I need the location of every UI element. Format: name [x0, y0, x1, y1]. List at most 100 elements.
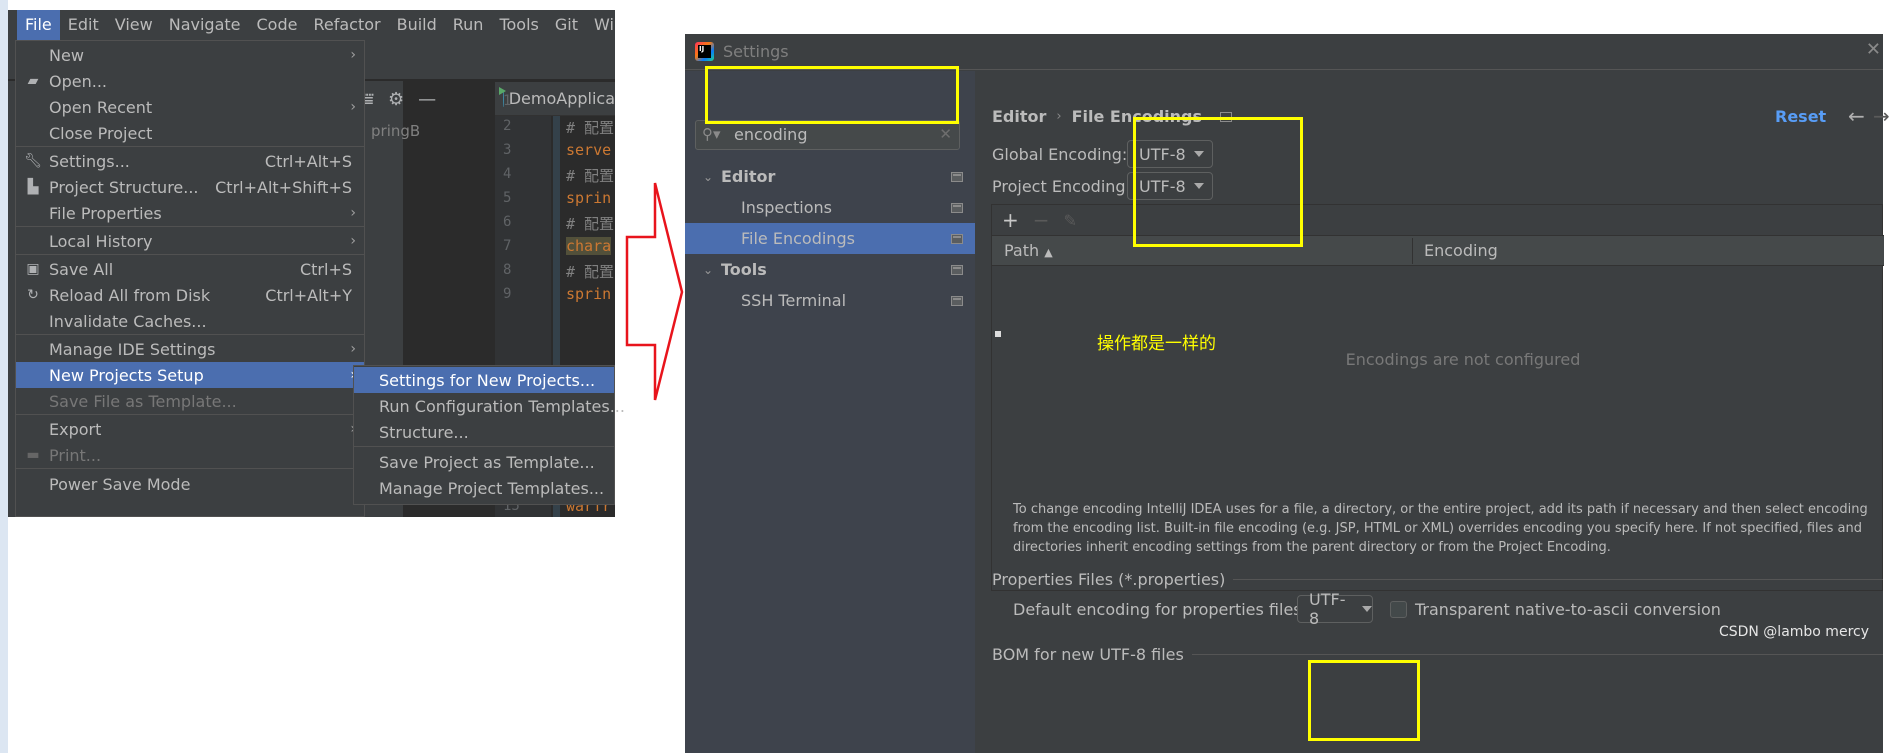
tree-node-label: Editor	[721, 167, 776, 186]
forward-arrow-icon[interactable]: →	[1873, 104, 1890, 128]
menu-separator	[354, 446, 614, 447]
menu-file[interactable]: File	[17, 10, 60, 40]
menu-item-label: Open Recent	[49, 97, 153, 117]
menu-view[interactable]: View	[107, 10, 161, 40]
submenu-item-structure[interactable]: Structure...	[354, 419, 614, 445]
gear-icon[interactable]: ⚙	[388, 89, 404, 110]
submenu-item-manage-project-templates[interactable]: Manage Project Templates...	[354, 475, 614, 501]
editor-tab[interactable]: DemoApplica	[495, 82, 615, 116]
reload-icon: ↻	[27, 287, 39, 303]
breadcrumb-editor[interactable]: Editor	[992, 107, 1046, 126]
column-path-label: Path	[1004, 241, 1040, 260]
settings-tree: ⚲▾ encoding ✕ ⌄ Editor Inspections File …	[685, 71, 975, 753]
menu-separator	[16, 468, 364, 469]
settings-search-input[interactable]: ⚲▾ encoding ✕	[695, 120, 960, 150]
highlight-encodings	[1133, 117, 1303, 247]
properties-files-group: Properties Files (*.properties)	[992, 570, 1883, 589]
menu-item-new-projects-setup[interactable]: New Projects Setup›	[16, 362, 364, 388]
breadcrumb-separator-icon: ›	[1056, 109, 1062, 124]
chevron-down-icon: ⌄	[703, 262, 714, 277]
column-encoding[interactable]: Encoding	[1424, 241, 1498, 260]
tree-node-file-encodings[interactable]: File Encodings	[685, 223, 975, 254]
tree-node-ssh-terminal[interactable]: SSH Terminal	[685, 285, 975, 316]
menu-item-label: Power Save Mode	[49, 474, 191, 494]
tree-node-label: SSH Terminal	[741, 291, 847, 310]
menu-item-label: Local History	[49, 231, 153, 251]
clear-search-icon[interactable]: ✕	[939, 125, 952, 143]
menu-tools[interactable]: Tools	[491, 10, 546, 40]
print-icon: ▬	[26, 447, 40, 463]
menu-item-open[interactable]: ▰ Open...	[16, 68, 364, 94]
menu-item-open-recent[interactable]: Open Recent ›	[16, 94, 364, 120]
menu-window[interactable]: Window	[586, 10, 615, 40]
menu-item-settings[interactable]: 🔧︎ Settings... Ctrl+Alt+S	[16, 148, 364, 174]
menu-build[interactable]: Build	[389, 10, 445, 40]
menu-item-label: New Projects Setup	[49, 365, 204, 385]
back-arrow-icon[interactable]: ←	[1848, 104, 1865, 128]
menu-item-export[interactable]: Export›	[16, 416, 364, 442]
menu-git[interactable]: Git	[547, 10, 586, 40]
dialog-title: Settings	[723, 42, 789, 61]
column-divider[interactable]	[1412, 238, 1413, 264]
group-title: Properties Files (*.properties)	[992, 570, 1226, 589]
edit-pencil-icon: ✎	[1063, 210, 1077, 230]
menu-item-reload[interactable]: ↻ Reload All from Disk Ctrl+Alt+Y	[16, 282, 364, 308]
menu-item-invalidate-caches[interactable]: Invalidate Caches...	[16, 308, 364, 334]
close-icon[interactable]: ✕	[1866, 39, 1881, 60]
menu-item-label: File Properties	[49, 203, 162, 223]
minimize-icon[interactable]: —	[418, 89, 436, 110]
tree-node-editor[interactable]: ⌄ Editor	[685, 161, 975, 192]
menu-item-save-all[interactable]: ▣ Save All Ctrl+S	[16, 256, 364, 282]
menu-item-label: Invalidate Caches...	[49, 311, 207, 331]
column-path[interactable]: Path ▲	[1004, 241, 1053, 260]
submenu-item-run-config-templates[interactable]: Run Configuration Templates...	[354, 393, 625, 419]
menu-separator	[16, 254, 364, 255]
menu-item-close-project[interactable]: Close Project	[16, 120, 364, 146]
menu-item-manage-ide-settings[interactable]: Manage IDE Settings ›	[16, 336, 364, 362]
shortcut: Ctrl+Alt+Y	[265, 285, 352, 305]
add-icon[interactable]: +	[1002, 208, 1019, 232]
project-scope-icon	[951, 264, 963, 275]
submenu-item-settings-for-new-projects[interactable]: Settings for New Projects...	[354, 367, 614, 393]
menu-item-file-properties[interactable]: File Properties ›	[16, 200, 364, 226]
highlight-properties-encoding	[1308, 660, 1420, 741]
menu-item-local-history[interactable]: Local History ›	[16, 228, 364, 254]
chevron-right-icon: ›	[350, 47, 356, 63]
line-number: 1	[503, 93, 512, 109]
line-number: 8	[503, 262, 512, 278]
native-to-ascii-label[interactable]: Transparent native-to-ascii conversion	[1415, 600, 1721, 619]
menu-edit[interactable]: Edit	[60, 10, 107, 40]
project-scope-icon	[951, 233, 963, 244]
menu-item-project-structure[interactable]: ▙ Project Structure... Ctrl+Alt+Shift+S	[16, 174, 364, 200]
properties-encoding-select[interactable]: UTF-8	[1297, 590, 1373, 628]
menu-item-power-save-mode[interactable]: Power Save Mode	[16, 471, 364, 497]
chevron-right-icon: ›	[350, 205, 356, 221]
remove-icon: −	[1032, 208, 1050, 232]
code-line: # 配置	[566, 215, 615, 233]
code-line: # 配置	[566, 119, 615, 137]
group-line	[1233, 579, 1883, 580]
project-scope-icon	[951, 295, 963, 306]
bom-group: BOM for new UTF-8 files	[992, 645, 1883, 664]
project-name: pringB	[371, 122, 421, 140]
menu-navigate[interactable]: Navigate	[161, 10, 249, 40]
code-line: # 配置	[566, 167, 615, 185]
menu-refactor[interactable]: Refactor	[305, 10, 388, 40]
table-header: Path ▲ Encoding	[992, 236, 1884, 266]
native-to-ascii-checkbox[interactable]	[1390, 601, 1407, 618]
menu-item-label: Manage IDE Settings	[49, 339, 216, 359]
tree-node-tools[interactable]: ⌄ Tools	[685, 254, 975, 285]
menu-separator	[16, 146, 364, 147]
code-line: # 配置	[566, 263, 615, 281]
reset-button[interactable]: Reset	[1775, 107, 1826, 126]
tree-node-label: Tools	[721, 260, 767, 279]
project-panel-toolbar: ⩸ ⚙ —	[363, 82, 436, 116]
global-encoding-label: Global Encoding:	[992, 145, 1128, 164]
tree-node-inspections[interactable]: Inspections	[685, 192, 975, 223]
menu-item-new[interactable]: New ›	[16, 42, 364, 68]
page-edge	[0, 0, 8, 753]
menu-run[interactable]: Run	[445, 10, 492, 40]
line-number: 2	[503, 118, 512, 134]
menu-code[interactable]: Code	[249, 10, 306, 40]
submenu-item-save-project-as-template[interactable]: Save Project as Template...	[354, 449, 614, 475]
